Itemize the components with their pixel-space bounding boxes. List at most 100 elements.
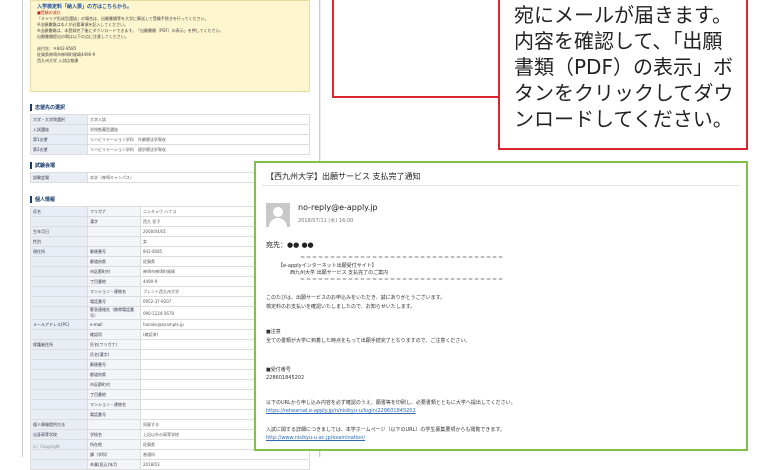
row-sublabel: 学校名 xyxy=(87,429,141,440)
choice-table: 大学・大学院選択 大学入試 入試選抜 学校推薦型選抜 第1志望 リハビリテーション学科 作… xyxy=(30,114,310,155)
email-sender: no-reply@e-apply.jp xyxy=(298,203,378,212)
row-sublabel: 市区郡町村 xyxy=(87,379,141,390)
row-sublabel: 都道府県 xyxy=(87,369,141,380)
row-label xyxy=(30,256,88,267)
email-rule: ＝＝＝＝＝＝＝＝＝＝＝＝＝＝＝＝＝＝＝＝＝＝＝＝＝＝＝＝＝＝＝＝＝＝ xyxy=(300,277,505,283)
row-label: 大学・大学院選択 xyxy=(30,114,88,125)
email-receipt-number: 228601845202 xyxy=(266,375,305,381)
table-row: 第1志望 リハビリテーション学科 作業療法学専攻 xyxy=(30,134,310,145)
row-label: 氏名 xyxy=(30,206,88,217)
row-sublabel: 市区郡町村 xyxy=(87,266,141,277)
row-label xyxy=(30,216,88,227)
email-header-line: 西九州大学 出願サービス 支払完了のご案内 xyxy=(290,270,389,276)
email-login-link[interactable]: https://rehearsal.e-apply.jp/n/nisikyu-u… xyxy=(266,408,416,414)
row-sublabel xyxy=(87,226,141,237)
table-row: 入試選抜 学校推薦型選抜 xyxy=(30,124,310,135)
row-sublabel xyxy=(87,419,141,430)
row-value: 2018/03 xyxy=(140,459,310,470)
form-footer: （c）Copyright xyxy=(30,444,60,449)
row-label xyxy=(30,349,88,360)
row-label xyxy=(30,329,88,340)
table-row: 大学・大学院選択 大学入試 xyxy=(30,114,310,125)
email-recipient: 宛先：●● ●● xyxy=(266,241,314,249)
row-sublabel: 氏名(フリガナ) xyxy=(87,339,141,350)
row-sublabel: マンション・建物名 xyxy=(87,286,141,297)
row-sublabel: 漢字 xyxy=(87,216,141,227)
row-sublabel: e-mail xyxy=(87,319,141,330)
email-url-intro: 以下のURLから申し込み内容を必ず確認のうえ、願書等を印刷し、必要書類とともに大… xyxy=(266,400,516,406)
row-label: 個人情報提供方法 xyxy=(30,419,88,430)
email-preview: 【西九州大学】出願サービス 支払完了通知 no-reply@e-apply.jp… xyxy=(254,161,748,451)
row-label: 生年月日 xyxy=(30,226,88,237)
row-label: 第2志望 xyxy=(30,144,88,155)
row-value: 大学入試 xyxy=(87,114,310,125)
row-label: 第1志望 xyxy=(30,134,88,145)
row-label: 試験会場 xyxy=(30,172,88,183)
row-value: リハビリテーション学科 理学療法学専攻 xyxy=(87,144,310,155)
email-date: 2018/07/11 (水) 16:00 xyxy=(298,218,354,224)
email-notice-title: ■注意 xyxy=(266,329,281,335)
row-label: 保護者住所 xyxy=(30,339,88,350)
email-body-line: このたびは、出願サービスのお申込みをいただき、誠にありがとうございます。 xyxy=(266,295,446,301)
row-label xyxy=(30,389,88,400)
row-value: リハビリテーション学科 作業療法学専攻 xyxy=(87,134,310,145)
callout-line: 内容を確認して、「出願 xyxy=(514,29,723,53)
row-label xyxy=(30,359,88,370)
row-label xyxy=(30,369,88,380)
row-label xyxy=(30,266,88,277)
row-label: 出身高等学校 xyxy=(30,429,88,440)
row-sublabel: 丁目番地 xyxy=(87,389,141,400)
row-sublabel: フリガナ xyxy=(87,206,141,217)
email-body-line: 検定料のお支払いを確認いたしましたので、お知らせいたします。 xyxy=(266,304,416,310)
notice-line: 出願書類提出の際は以下の点に注意してください。 xyxy=(37,34,129,39)
callout-line: 宛にメールが届きます。 xyxy=(514,3,732,27)
email-info-text: 入試に関する詳細につきましては、本学ホームページ（以下のURL）の学生募集要項か… xyxy=(266,427,505,433)
instruction-callout: 宛にメールが届きます。 内容を確認して、「出願 書類（PDF）の表示」ボ タンを… xyxy=(498,0,748,150)
row-label xyxy=(30,459,88,470)
row-label: メールアドレス(PC) xyxy=(30,319,88,330)
row-sublabel: 卒業(見込)年月 xyxy=(87,459,141,470)
callout-pointer-horizontal xyxy=(332,96,499,98)
row-sublabel: 郵便番号 xyxy=(87,359,141,370)
row-value: 学校推薦型選抜 xyxy=(87,124,310,135)
row-label xyxy=(30,379,88,390)
row-sublabel: 丁目番地 xyxy=(87,276,141,287)
row-label xyxy=(30,399,88,410)
table-row: 卒業(見込)年月 2018/03 xyxy=(30,459,310,470)
email-header-line: 【e-applyインターネット出願受付サイト】 xyxy=(278,263,377,269)
row-sublabel: 都道府県 xyxy=(87,256,141,267)
form-notice-box: 入学検定料「納入票」の方はこちらから。 ■受験の流れ 「キャリア形成型選抜」の場… xyxy=(30,0,310,92)
callout-line: 書類（PDF）の表示」ボ xyxy=(514,55,733,79)
row-label xyxy=(30,409,88,420)
callout-line: ンロードしてください。 xyxy=(514,107,733,131)
row-label: 入試選抜 xyxy=(30,124,88,135)
email-receipt-title: ■受付番号 xyxy=(266,367,291,373)
row-label: 現住所 xyxy=(30,246,88,257)
row-label xyxy=(30,296,88,307)
row-label xyxy=(30,449,88,460)
row-sublabel: 課（学科） xyxy=(87,449,141,460)
row-sublabel: 所在地 xyxy=(87,439,141,450)
sender-avatar-icon xyxy=(266,203,290,227)
row-sublabel: 郵便番号 xyxy=(87,246,141,257)
section-title-choice: 志望先の選択 xyxy=(30,104,311,111)
email-rule: ＝＝＝＝＝＝＝＝＝＝＝＝＝＝＝＝＝＝＝＝＝＝＝＝＝＝＝＝＝＝＝＝＝＝ xyxy=(300,255,505,261)
table-row: 課（学科） 普通科 xyxy=(30,449,310,460)
row-sublabel xyxy=(87,236,141,247)
row-sublabel: 電話番号 xyxy=(87,409,141,420)
row-label xyxy=(30,306,88,320)
row-sublabel: 確認用 xyxy=(87,329,141,340)
email-divider xyxy=(262,185,740,186)
table-row: 第2志望 リハビリテーション学科 理学療法学専攻 xyxy=(30,144,310,155)
row-label: 性別 xyxy=(30,236,88,247)
row-sublabel: マンション・建物名 xyxy=(87,399,141,410)
email-exam-link[interactable]: http://www.nisikyu-u.ac.jp/examination/ xyxy=(266,435,365,441)
row-sublabel: 氏名(漢字) xyxy=(87,349,141,360)
email-subject: 【西九州大学】出願サービス 支払完了通知 xyxy=(266,172,421,181)
email-notice-text: 全ての書類が大学に到着した時点をもって出願手続完了となりますので、ご注意ください… xyxy=(266,338,471,344)
callout-pointer-vertical xyxy=(332,0,334,97)
row-value: 普通科 xyxy=(140,449,310,460)
notice-address-line: 西九州大学 入試広報課 xyxy=(37,58,79,63)
row-sublabel: 緊急連絡先（携帯電話番号） xyxy=(87,306,141,320)
row-label xyxy=(30,276,88,287)
